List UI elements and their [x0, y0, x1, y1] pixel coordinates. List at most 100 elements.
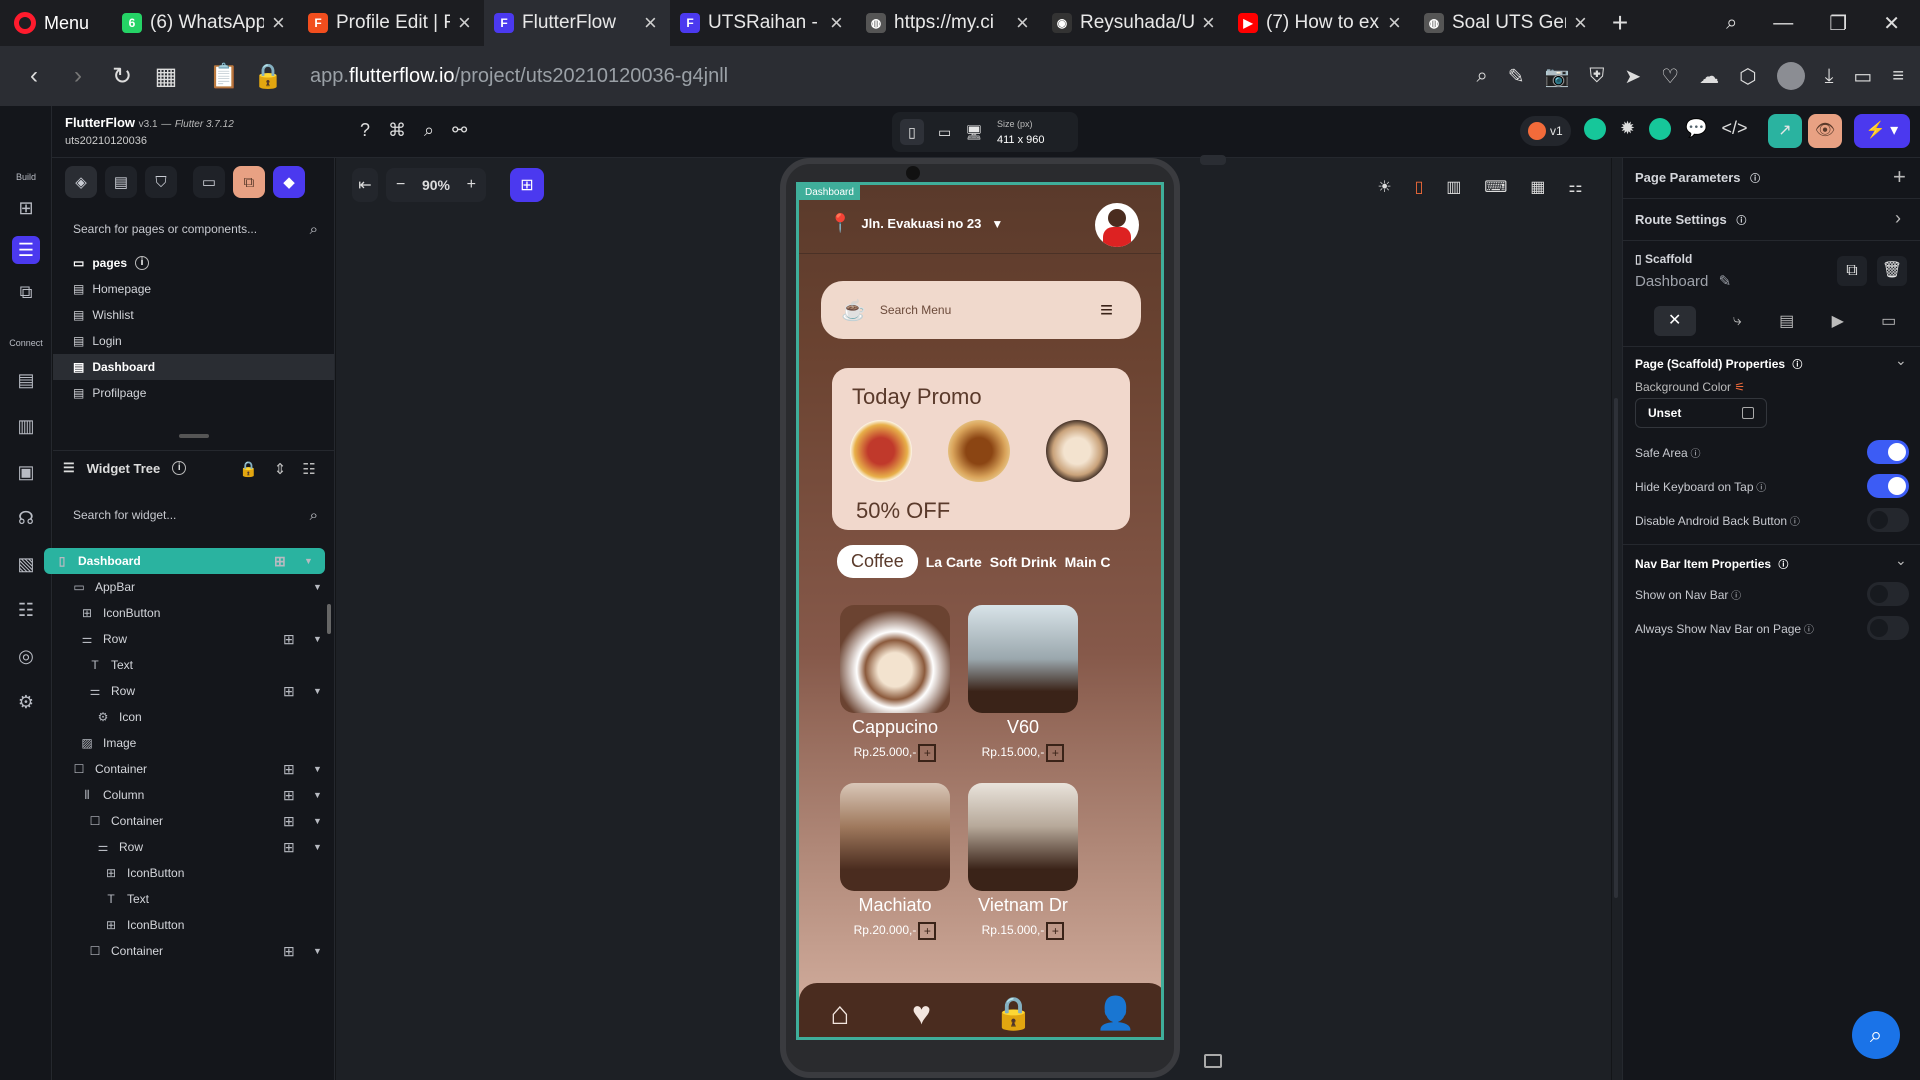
- minimize-icon[interactable]: —: [1773, 12, 1793, 35]
- browser-tab[interactable]: F FlutterFlow ×: [484, 0, 670, 46]
- bag-icon[interactable]: 🔒: [994, 994, 1034, 1032]
- phone-frame-icon[interactable]: ▯: [1415, 177, 1424, 197]
- properties-tab-icon[interactable]: ✕: [1653, 306, 1696, 336]
- bg-color-field[interactable]: Unset: [1635, 398, 1767, 428]
- firestore-icon[interactable]: ▤: [12, 366, 40, 394]
- app-preview-screen[interactable]: Dashboard 📍 Jln. Evakuasi no 23 ▼ ☕ Sear…: [796, 182, 1164, 1040]
- page-item[interactable]: ▤ Homepage: [53, 276, 334, 302]
- shield-icon[interactable]: ⛨: [1589, 65, 1604, 88]
- caret-down-icon[interactable]: ▼: [313, 764, 322, 774]
- caret-down-icon[interactable]: ▼: [313, 634, 322, 644]
- profile-icon[interactable]: [1776, 62, 1805, 90]
- clipboard-icon[interactable]: 📋: [202, 62, 246, 91]
- zoom-out-icon[interactable]: −: [396, 176, 405, 194]
- search-icon[interactable]: ⌕: [424, 120, 434, 141]
- browser-tab[interactable]: F Profile Edit | F ×: [298, 0, 484, 46]
- palette-tab-icon[interactable]: ◈: [65, 166, 97, 198]
- widget-tree-item[interactable]: ⚌ Row ⊞ ▼: [53, 678, 334, 704]
- add-to-cart-icon[interactable]: +: [918, 922, 937, 940]
- widget-tree-item[interactable]: T Text: [53, 886, 334, 912]
- caret-down-icon[interactable]: ▼: [313, 582, 322, 592]
- page-tab-icon[interactable]: ▭: [1881, 311, 1896, 331]
- send-icon[interactable]: ➤: [1624, 64, 1641, 89]
- grid-icon[interactable]: ▦: [1530, 177, 1545, 197]
- canvas-monitor-icon[interactable]: [1204, 1054, 1222, 1068]
- page-item[interactable]: ▤ Dashboard: [53, 354, 334, 380]
- home-icon[interactable]: ⌂: [830, 995, 849, 1032]
- command-icon[interactable]: ⌘: [388, 120, 406, 141]
- close-icon[interactable]: ×: [1388, 10, 1404, 36]
- caret-down-icon[interactable]: ▼: [304, 556, 313, 566]
- navbar-properties-header[interactable]: Nav Bar Item Properties ⓘ: [1635, 556, 1788, 571]
- widget-search-input[interactable]: Search for widget... ⌕: [53, 498, 334, 532]
- product-card[interactable]: Vietnam Dr Rp.15.000,- +: [963, 783, 1083, 940]
- camera-icon[interactable]: 📷: [1545, 64, 1570, 89]
- reload-icon[interactable]: ↻: [100, 62, 144, 91]
- tablet-device-icon[interactable]: ▭: [938, 124, 951, 141]
- delete-icon[interactable]: 🗑: [1877, 256, 1907, 286]
- toggle-switch[interactable]: [1867, 616, 1909, 640]
- add-child-icon[interactable]: ⊞: [283, 943, 295, 960]
- tree-view-icon[interactable]: ⚏: [1568, 177, 1582, 197]
- edit-icon[interactable]: ✎: [1508, 64, 1525, 89]
- caret-down-icon[interactable]: ▼: [313, 946, 322, 956]
- check-circle-icon[interactable]: [1649, 118, 1672, 140]
- download-icon[interactable]: ⤓: [1825, 65, 1834, 88]
- chevron-right-icon[interactable]: ›: [1895, 208, 1901, 229]
- zoom-icon[interactable]: ⌕: [1477, 65, 1488, 88]
- avatar[interactable]: [1095, 203, 1139, 247]
- caret-down-icon[interactable]: ▼: [313, 816, 322, 826]
- page-item[interactable]: ▤ Profilpage: [53, 380, 334, 406]
- browser-tab[interactable]: 6 (6) WhatsApp ×: [112, 0, 298, 46]
- close-icon[interactable]: ×: [644, 10, 660, 36]
- add-widget-canvas-icon[interactable]: ⊞: [510, 168, 544, 202]
- heart-icon[interactable]: ♥: [912, 995, 931, 1032]
- page-item[interactable]: ▤ Login: [53, 328, 334, 354]
- product-card[interactable]: Machiato Rp.20.000,- +: [835, 783, 955, 940]
- expand-icon[interactable]: ⇕: [274, 460, 287, 478]
- link-icon[interactable]: ⚯: [452, 120, 467, 141]
- bug-icon[interactable]: ✹: [1620, 118, 1635, 140]
- add-widget-icon[interactable]: ⊞: [12, 194, 40, 222]
- close-icon[interactable]: ×: [1016, 10, 1032, 36]
- location-selector[interactable]: 📍 Jln. Evakuasi no 23 ▼: [829, 213, 1003, 234]
- browser-tab[interactable]: ◍ Soal UTS Ger ×: [1414, 0, 1600, 46]
- widget-tree-item[interactable]: ☐ Container ⊞ ▼: [53, 756, 334, 782]
- diamond-tab-icon[interactable]: ◆: [273, 166, 305, 198]
- back-icon[interactable]: ‹: [12, 62, 56, 90]
- opera-menu-button[interactable]: Menu: [0, 0, 112, 46]
- battery-icon[interactable]: ▭: [1853, 64, 1872, 89]
- widget-tree-item[interactable]: ☐ Container ⊞ ▼: [53, 938, 334, 964]
- browser-tab[interactable]: ◉ Reysuhada/U ×: [1042, 0, 1228, 46]
- widget-tree-item[interactable]: ⊞ IconButton: [53, 912, 334, 938]
- check-circle-icon[interactable]: [1584, 118, 1606, 140]
- add-child-icon[interactable]: ⊞: [283, 631, 295, 648]
- add-to-cart-icon[interactable]: +: [918, 744, 937, 762]
- category-tab[interactable]: Main C: [1065, 554, 1111, 570]
- device-frame-icon[interactable]: ▥: [1446, 177, 1461, 197]
- light-mode-icon[interactable]: ☀: [1377, 177, 1391, 197]
- restore-icon[interactable]: ❐: [1829, 11, 1847, 36]
- chevron-down-icon[interactable]: ⌄: [1895, 552, 1907, 569]
- component-tab-icon[interactable]: ⧉: [233, 166, 265, 198]
- widget-tree-item[interactable]: T Text: [53, 652, 334, 678]
- add-child-icon[interactable]: ⊞: [283, 683, 295, 700]
- desktop-device-icon[interactable]: 🖥: [965, 124, 983, 141]
- run-lightning-button[interactable]: ⚡ ▾: [1854, 114, 1910, 148]
- data-types-icon[interactable]: ▥: [12, 412, 40, 440]
- route-settings-row[interactable]: Route Settings ⓘ: [1635, 212, 1746, 227]
- close-window-icon[interactable]: ✕: [1883, 11, 1900, 36]
- canvas-size[interactable]: Size (px) 411 x 960: [997, 116, 1045, 148]
- code-icon[interactable]: </>: [1722, 118, 1748, 140]
- browser-tab[interactable]: ▶ (7) How to ex ×: [1228, 0, 1414, 46]
- folder-tab-icon[interactable]: ▭: [193, 166, 225, 198]
- backend-tab-icon[interactable]: ▤: [1779, 311, 1794, 331]
- phone-device-icon[interactable]: ▯: [900, 119, 924, 145]
- panel-resize-handle[interactable]: [179, 434, 209, 438]
- search-icon[interactable]: ⌕: [1726, 12, 1737, 35]
- page-item[interactable]: ▤ Wishlist: [53, 302, 334, 328]
- scaffold-name[interactable]: Dashboard ✎: [1635, 272, 1731, 290]
- add-child-icon[interactable]: ⊞: [283, 787, 295, 804]
- widget-tree-item[interactable]: ⚌ Row ⊞ ▼: [53, 834, 334, 860]
- widget-tree-item[interactable]: ▨ Image: [53, 730, 334, 756]
